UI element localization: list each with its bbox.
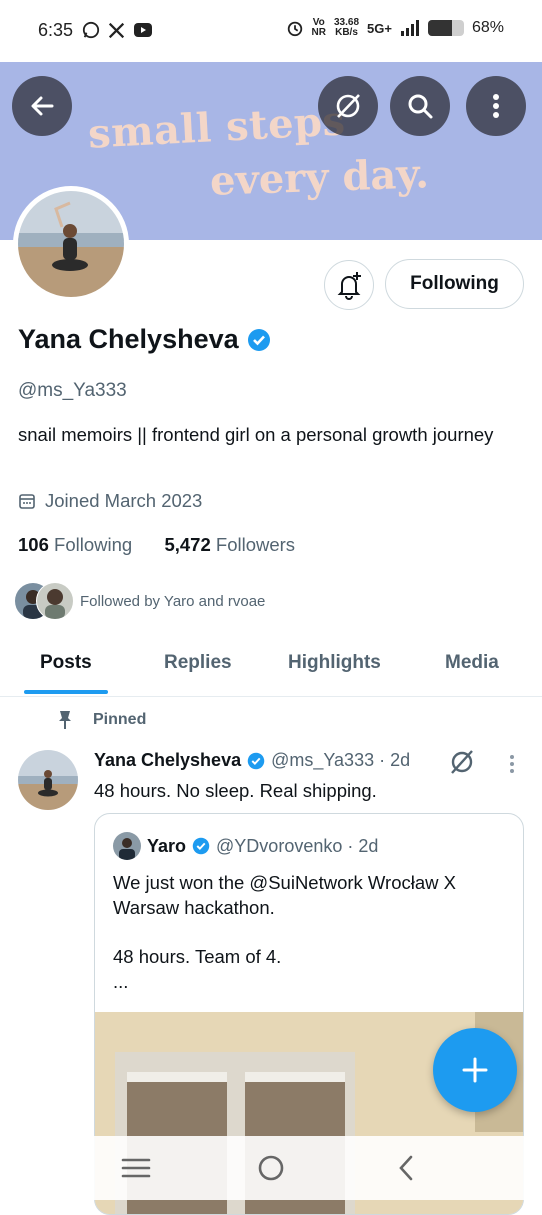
verified-badge-icon — [247, 752, 265, 769]
tab-replies[interactable]: Replies — [164, 652, 232, 674]
network-type: 5G+ — [367, 20, 392, 36]
status-time: 6:35 — [38, 20, 74, 40]
tab-highlights[interactable]: Highlights — [288, 652, 381, 674]
tab-posts[interactable]: Posts — [40, 652, 92, 674]
pin-icon — [59, 711, 71, 729]
profile-name: Yana Chelysheva — [18, 324, 239, 354]
followed-by-row[interactable]: Followed by Yaro and rvoae — [14, 582, 265, 620]
post-handle-time: @ms_Ya333 · 2d — [271, 750, 411, 770]
search-icon — [408, 94, 433, 119]
whatsapp-icon — [82, 21, 100, 39]
verified-badge-icon — [192, 837, 210, 855]
home-button[interactable] — [251, 1150, 291, 1186]
profile-handle: @ms_Ya333 — [18, 380, 127, 401]
profile-tabs: Posts Replies Highlights Media — [0, 640, 542, 697]
network-speed: 33.68 KB/s — [334, 17, 360, 38]
back-arrow-icon — [31, 96, 54, 116]
battery-percent: 68% — [471, 19, 504, 36]
compose-post-button[interactable] — [433, 1028, 517, 1112]
followed-by-text: Followed by Yaro and rvoae — [80, 592, 266, 610]
active-tab-indicator — [24, 690, 108, 694]
status-bar: 6:35 Vo NR 33.68 KB/s 5G+ 68% — [0, 0, 542, 62]
home-circle-icon — [258, 1155, 284, 1181]
chevron-left-icon — [399, 1155, 413, 1181]
alarm-icon — [287, 21, 302, 37]
profile-name-row: Yana Chelysheva — [18, 324, 271, 355]
tab-media[interactable]: Media — [445, 652, 499, 674]
joined-text: Joined March 2023 — [45, 490, 203, 511]
more-vertical-icon — [493, 94, 499, 118]
more-options-button[interactable] — [466, 76, 526, 136]
status-right-icons: Vo NR 33.68 KB/s 5G+ 68% — [286, 18, 504, 38]
grok-button[interactable] — [318, 76, 378, 136]
youtube-icon — [134, 23, 152, 37]
avatar-photo — [18, 191, 124, 297]
followed-by-avatars — [14, 582, 74, 620]
banner-text-line2: every day. — [209, 150, 430, 205]
profile-avatar[interactable] — [13, 186, 129, 302]
grok-icon — [336, 94, 360, 118]
quoted-post-text: We just won the @SuiNetwork Wrocław X Wa… — [113, 872, 456, 992]
notifications-bell-button[interactable] — [324, 260, 374, 310]
quoted-author-avatar — [113, 832, 141, 860]
follower-avatar — [36, 582, 74, 620]
recent-apps-button[interactable] — [116, 1150, 156, 1186]
quoted-author-name: Yaro — [147, 835, 187, 856]
following-button[interactable]: Following — [385, 259, 524, 309]
joined-date: Joined March 2023 — [18, 490, 202, 512]
bell-plus-icon — [337, 272, 361, 300]
post-author-avatar[interactable] — [18, 750, 78, 810]
status-left-icons — [82, 21, 153, 39]
signal-icon — [400, 20, 419, 36]
post-header: Yana Chelysheva @ms_Ya333 · 2d — [94, 750, 410, 771]
x-logo-icon — [108, 22, 125, 38]
banner-text-line1: small steps — [86, 97, 347, 158]
battery-icon — [427, 20, 464, 36]
quoted-handle-time: @YDvorovenko · 2d — [216, 835, 379, 856]
profile-stats: 106 Following 5,472 Followers — [18, 534, 295, 556]
verified-badge-icon — [247, 328, 270, 351]
more-vertical-icon — [510, 755, 514, 773]
system-navigation-bar — [0, 1136, 542, 1200]
calendar-icon — [19, 494, 35, 509]
back-button[interactable] — [12, 76, 72, 136]
post-text: 48 hours. No sleep. Real shipping. — [94, 780, 377, 801]
post-author-name[interactable]: Yana Chelysheva — [94, 750, 241, 771]
profile-bio: snail memoirs || frontend girl on a pers… — [18, 424, 494, 445]
system-back-button[interactable] — [386, 1150, 426, 1186]
menu-icon — [121, 1158, 151, 1178]
quoted-post-header: Yaro @YDvorovenko · 2d — [113, 832, 378, 860]
post-more-button[interactable] — [502, 752, 522, 776]
grok-icon[interactable] — [448, 748, 476, 776]
following-stat[interactable]: 106 Following — [18, 534, 132, 555]
followers-stat[interactable]: 5,472 Followers — [164, 534, 295, 555]
search-button[interactable] — [390, 76, 450, 136]
pinned-label: Pinned — [93, 711, 147, 728]
volte-indicator: Vo NR — [311, 17, 326, 38]
plus-icon — [462, 1057, 488, 1083]
pinned-label-row: Pinned — [57, 710, 146, 730]
